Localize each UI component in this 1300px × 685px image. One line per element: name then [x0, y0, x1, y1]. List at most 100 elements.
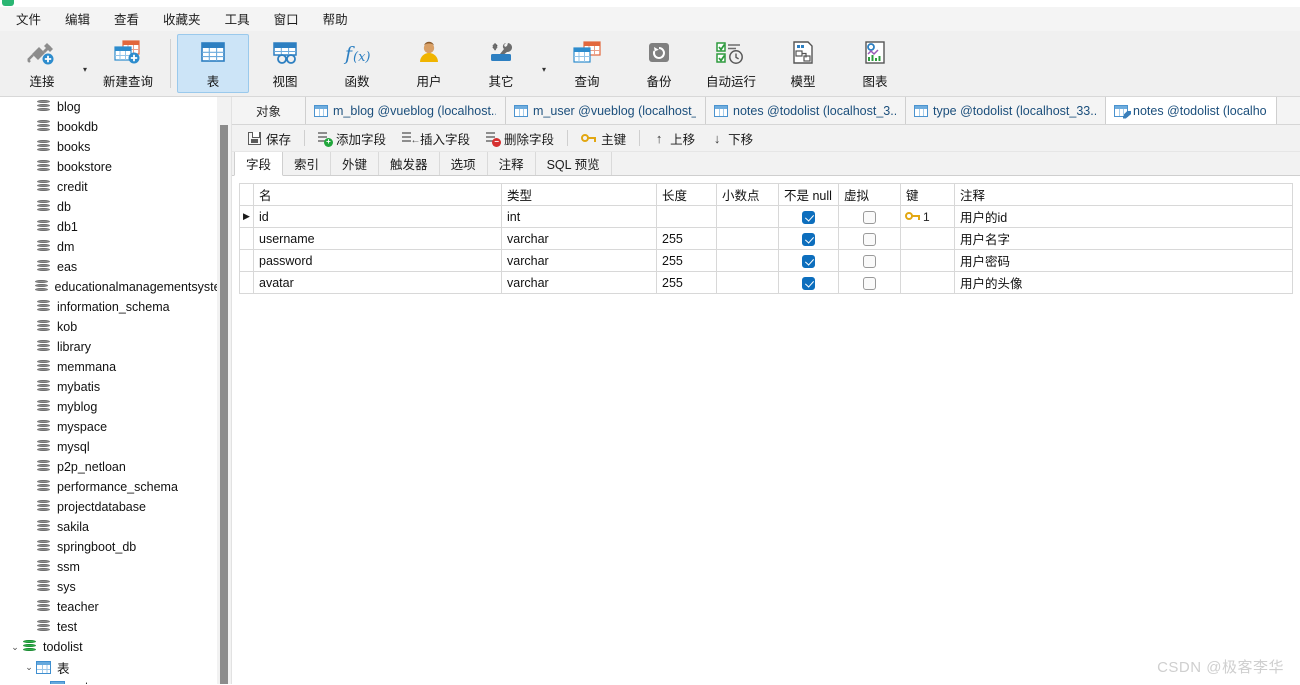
column-header-not-null[interactable]: 不是 null	[778, 183, 839, 206]
menu-help[interactable]: 帮助	[311, 6, 360, 31]
column-header-virtual[interactable]: 虚拟	[838, 183, 901, 206]
tree-item[interactable]: ▸educationalmanagementsystem	[0, 277, 231, 297]
cell-field-length[interactable]: 255	[656, 227, 717, 250]
cell-not-null-checkbox[interactable]	[778, 249, 839, 272]
cell-field-length[interactable]: 255	[656, 271, 717, 294]
cell-field-decimals[interactable]	[716, 227, 779, 250]
table-row[interactable]: username varchar 255 用户名字	[239, 227, 1293, 250]
tree-item[interactable]: ▸bookdb	[0, 117, 231, 137]
primary-key-button[interactable]: 主键	[573, 127, 634, 150]
tree-item[interactable]: ▸bookstore	[0, 157, 231, 177]
not-null-checkbox[interactable]	[802, 232, 815, 246]
tree-item[interactable]: ▸mybatis	[0, 377, 231, 397]
cell-field-name[interactable]: avatar	[253, 271, 502, 294]
cell-virtual-checkbox[interactable]	[838, 205, 901, 228]
menu-view[interactable]: 查看	[102, 6, 151, 31]
tree-item[interactable]: ▸teacher	[0, 597, 231, 617]
tree-item[interactable]: ▸projectdatabase	[0, 497, 231, 517]
cell-field-comment[interactable]: 用户密码	[954, 249, 1293, 272]
column-header-comment[interactable]: 注释	[954, 183, 1293, 206]
tree-expand-chevron-icon[interactable]: ⌄	[22, 657, 36, 677]
virtual-checkbox[interactable]	[863, 232, 876, 246]
table-row[interactable]: password varchar 255 用户密码	[239, 249, 1293, 272]
cell-field-type[interactable]: varchar	[501, 249, 657, 272]
cell-virtual-checkbox[interactable]	[838, 227, 901, 250]
document-tab[interactable]: notes @todolist (localhost_3...	[706, 97, 906, 124]
tree-item[interactable]: ▸myblog	[0, 397, 231, 417]
cell-field-type[interactable]: varchar	[501, 271, 657, 294]
toolbar-model-button[interactable]: 模型	[767, 34, 839, 93]
tree-item[interactable]: ▸books	[0, 137, 231, 157]
column-header-name[interactable]: 名	[253, 183, 502, 206]
document-tab[interactable]: m_blog @vueblog (localhost...	[306, 97, 506, 124]
tree-item[interactable]: ▸myspace	[0, 417, 231, 437]
cell-key[interactable]	[900, 227, 955, 250]
object-tab[interactable]: 对象	[232, 97, 306, 124]
designer-subtab[interactable]: 触发器	[379, 152, 440, 175]
toolbar-table-button[interactable]: 表	[177, 34, 249, 93]
toolbar-others-button[interactable]: 其它	[465, 34, 537, 93]
cell-field-type[interactable]: varchar	[501, 227, 657, 250]
designer-subtab[interactable]: 索引	[283, 152, 332, 175]
cell-virtual-checkbox[interactable]	[838, 271, 901, 294]
sidebar-scrollbar-track[interactable]	[217, 97, 231, 684]
tree-item[interactable]: ▸memmana	[0, 357, 231, 377]
sidebar-scrollbar-thumb[interactable]	[220, 125, 228, 684]
toolbar-chart-button[interactable]: 图表	[839, 34, 911, 93]
tree-item[interactable]: ▸credit	[0, 177, 231, 197]
move-down-button[interactable]: ↓ 下移	[703, 127, 761, 150]
column-header-key[interactable]: 键	[900, 183, 955, 206]
toolbar-user-button[interactable]: 用户	[393, 34, 465, 93]
cell-field-name[interactable]: id	[253, 205, 502, 228]
cell-field-name[interactable]: password	[253, 249, 502, 272]
tree-item[interactable]: ⌄ 表	[0, 657, 231, 677]
virtual-checkbox[interactable]	[863, 254, 876, 268]
cell-key[interactable]	[900, 271, 955, 294]
delete-field-button[interactable]: − 删除字段	[478, 127, 562, 150]
cell-field-length[interactable]	[656, 205, 717, 228]
tree-item[interactable]: ⌄ todolist	[0, 637, 231, 657]
cell-virtual-checkbox[interactable]	[838, 249, 901, 272]
document-tab[interactable]: notes @todolist (localho	[1106, 97, 1277, 124]
add-field-button[interactable]: + 添加字段	[310, 127, 394, 150]
menu-edit[interactable]: 编辑	[53, 6, 102, 31]
cell-field-decimals[interactable]	[716, 271, 779, 294]
cell-field-comment[interactable]: 用户的头像	[954, 271, 1293, 294]
document-tab[interactable]: m_user @vueblog (localhost_...	[506, 97, 706, 124]
toolbar-backup-button[interactable]: 备份	[623, 34, 695, 93]
tree-item[interactable]: ▸performance_schema	[0, 477, 231, 497]
column-header-type[interactable]: 类型	[501, 183, 657, 206]
toolbar-view-button[interactable]: 视图	[249, 34, 321, 93]
cell-key[interactable]: 1	[900, 205, 955, 228]
designer-subtab[interactable]: 外键	[331, 152, 380, 175]
menu-favorites[interactable]: 收藏夹	[151, 6, 213, 31]
designer-subtab[interactable]: 选项	[440, 152, 488, 175]
virtual-checkbox[interactable]	[863, 210, 876, 224]
column-header-decimals[interactable]: 小数点	[716, 183, 779, 206]
cell-field-length[interactable]: 255	[656, 249, 717, 272]
cell-field-name[interactable]: username	[253, 227, 502, 250]
tree-item[interactable]: ▸sys	[0, 577, 231, 597]
menu-tools[interactable]: 工具	[213, 6, 262, 31]
tree-item[interactable]: ▸springboot_db	[0, 537, 231, 557]
table-row[interactable]: ▶ id int 1 用户的id	[239, 205, 1293, 228]
tree-item[interactable]: ▸mysql	[0, 437, 231, 457]
menu-window[interactable]: 窗口	[262, 6, 311, 31]
move-up-button[interactable]: ↑ 上移	[645, 127, 703, 150]
tree-item[interactable]: ▸library	[0, 337, 231, 357]
designer-subtab[interactable]: 字段	[234, 152, 284, 176]
tree-item[interactable]: ▸sakila	[0, 517, 231, 537]
tree-item[interactable]: ▸p2p_netloan	[0, 457, 231, 477]
others-dropdown-caret-icon[interactable]: ▾	[537, 31, 551, 96]
toolbar-function-button[interactable]: f (x) 函数	[321, 34, 393, 93]
not-null-checkbox[interactable]	[802, 254, 815, 268]
column-header-length[interactable]: 长度	[656, 183, 717, 206]
tree-item[interactable]: ▸ssm	[0, 557, 231, 577]
cell-not-null-checkbox[interactable]	[778, 227, 839, 250]
cell-not-null-checkbox[interactable]	[778, 205, 839, 228]
tree-item[interactable]: ▸dm	[0, 237, 231, 257]
cell-field-decimals[interactable]	[716, 249, 779, 272]
insert-field-button[interactable]: ← 插入字段	[394, 127, 478, 150]
not-null-checkbox[interactable]	[802, 276, 815, 290]
toolbar-connection-button[interactable]: 连接	[6, 34, 78, 93]
